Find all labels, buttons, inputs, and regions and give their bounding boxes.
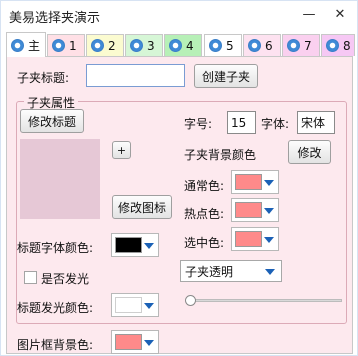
tab-content-panel: 子夹标题: 创建子夹 子夹属性 修改标题 + 修改图标 字号: 15 字体: 宋…: [6, 56, 353, 354]
chevron-down-icon: [265, 269, 275, 275]
color-swatch: [115, 297, 142, 313]
transparency-select-value: 子夹透明: [185, 264, 234, 279]
chevron-down-icon: [264, 208, 274, 214]
font-size-input[interactable]: 15: [227, 111, 256, 134]
modify-title-button[interactable]: 修改标题: [20, 109, 84, 133]
title-glow-color-label: 标题发光颜色:: [17, 301, 94, 315]
selected-color-label: 选中色:: [184, 236, 225, 250]
tab-icon: [91, 39, 104, 52]
window-title: 美易选择夹演示: [9, 11, 101, 26]
plus-button[interactable]: +: [112, 141, 131, 159]
glow-checkbox[interactable]: [24, 271, 37, 284]
chevron-down-icon: [264, 180, 274, 186]
tab-title-input[interactable]: [86, 64, 185, 87]
icon-preview: [20, 139, 100, 219]
tab-icon: [11, 38, 24, 52]
tab-label: 3: [147, 38, 155, 53]
hot-color-picker[interactable]: [231, 198, 279, 222]
tab-4[interactable]: 4: [164, 34, 202, 56]
selected-color-picker[interactable]: [231, 227, 279, 251]
tab-icon: [326, 39, 339, 52]
transparency-select[interactable]: 子夹透明: [180, 260, 282, 282]
tab-1[interactable]: 1: [47, 34, 85, 56]
tab-5[interactable]: 5: [204, 34, 242, 56]
color-swatch: [115, 334, 142, 350]
tab-icon: [52, 39, 65, 52]
tab-label: 7: [304, 38, 312, 53]
modify-icon-button[interactable]: 修改图标: [112, 195, 172, 219]
tab-2[interactable]: 2: [86, 34, 124, 56]
title-glow-color-picker[interactable]: [111, 293, 159, 317]
tab-8[interactable]: 8: [321, 34, 355, 56]
tab-label: 5: [226, 38, 234, 53]
modify-bg-button[interactable]: 修改: [288, 140, 331, 164]
normal-color-label: 通常色:: [184, 179, 225, 193]
font-size-label: 字号:: [184, 117, 213, 131]
glow-checkbox-label: 是否发光: [41, 272, 90, 286]
picture-bg-color-picker[interactable]: [111, 330, 159, 354]
chevron-down-icon: [144, 340, 154, 346]
tab-icon: [287, 39, 300, 52]
tab-label: 2: [108, 38, 116, 53]
tab-label: 4: [186, 38, 194, 53]
tab-icon: [209, 39, 222, 52]
tab-strip: 主 1 2 3 4 5 6 7 8: [6, 32, 356, 57]
tab-label: 主: [28, 38, 41, 53]
tab-label: 8: [343, 38, 351, 53]
color-swatch: [235, 231, 262, 247]
slider-thumb[interactable]: [185, 295, 196, 306]
tab-main[interactable]: 主: [6, 32, 46, 57]
tab-7[interactable]: 7: [282, 34, 320, 56]
transparency-slider[interactable]: [186, 299, 342, 302]
create-tab-button[interactable]: 创建子夹: [194, 64, 258, 88]
minimize-button[interactable]: —: [297, 5, 321, 27]
title-font-color-picker[interactable]: [111, 233, 159, 257]
picture-bg-label: 图片框背景色:: [17, 338, 94, 352]
tab-6[interactable]: 6: [243, 34, 281, 56]
normal-color-picker[interactable]: [231, 170, 279, 194]
tab-icon: [248, 39, 261, 52]
tab-title-label: 子夹标题:: [17, 71, 70, 85]
color-swatch: [235, 174, 262, 190]
chevron-down-icon: [144, 243, 154, 249]
tab-icon: [130, 39, 143, 52]
font-label: 字体:: [261, 117, 290, 131]
hot-color-label: 热点色:: [184, 207, 225, 221]
color-swatch: [115, 237, 142, 253]
tab-3[interactable]: 3: [125, 34, 163, 56]
chevron-down-icon: [264, 237, 274, 243]
tab-bg-color-label: 子夹背景颜色: [184, 148, 257, 162]
chevron-down-icon: [144, 303, 154, 309]
font-input[interactable]: 宋体: [297, 111, 335, 134]
app-window: 美易选择夹演示 — ✕ 主 1 2 3 4 5 6 7 8 子夹标题: 创建子夹…: [0, 0, 358, 356]
close-button[interactable]: ✕: [328, 5, 352, 27]
title-font-color-label: 标题字体颜色:: [17, 241, 94, 255]
title-bar: 美易选择夹演示 — ✕: [1, 1, 357, 31]
tab-icon: [169, 39, 182, 52]
color-swatch: [235, 202, 262, 218]
tab-label: 1: [69, 38, 77, 53]
tab-label: 6: [265, 38, 273, 53]
